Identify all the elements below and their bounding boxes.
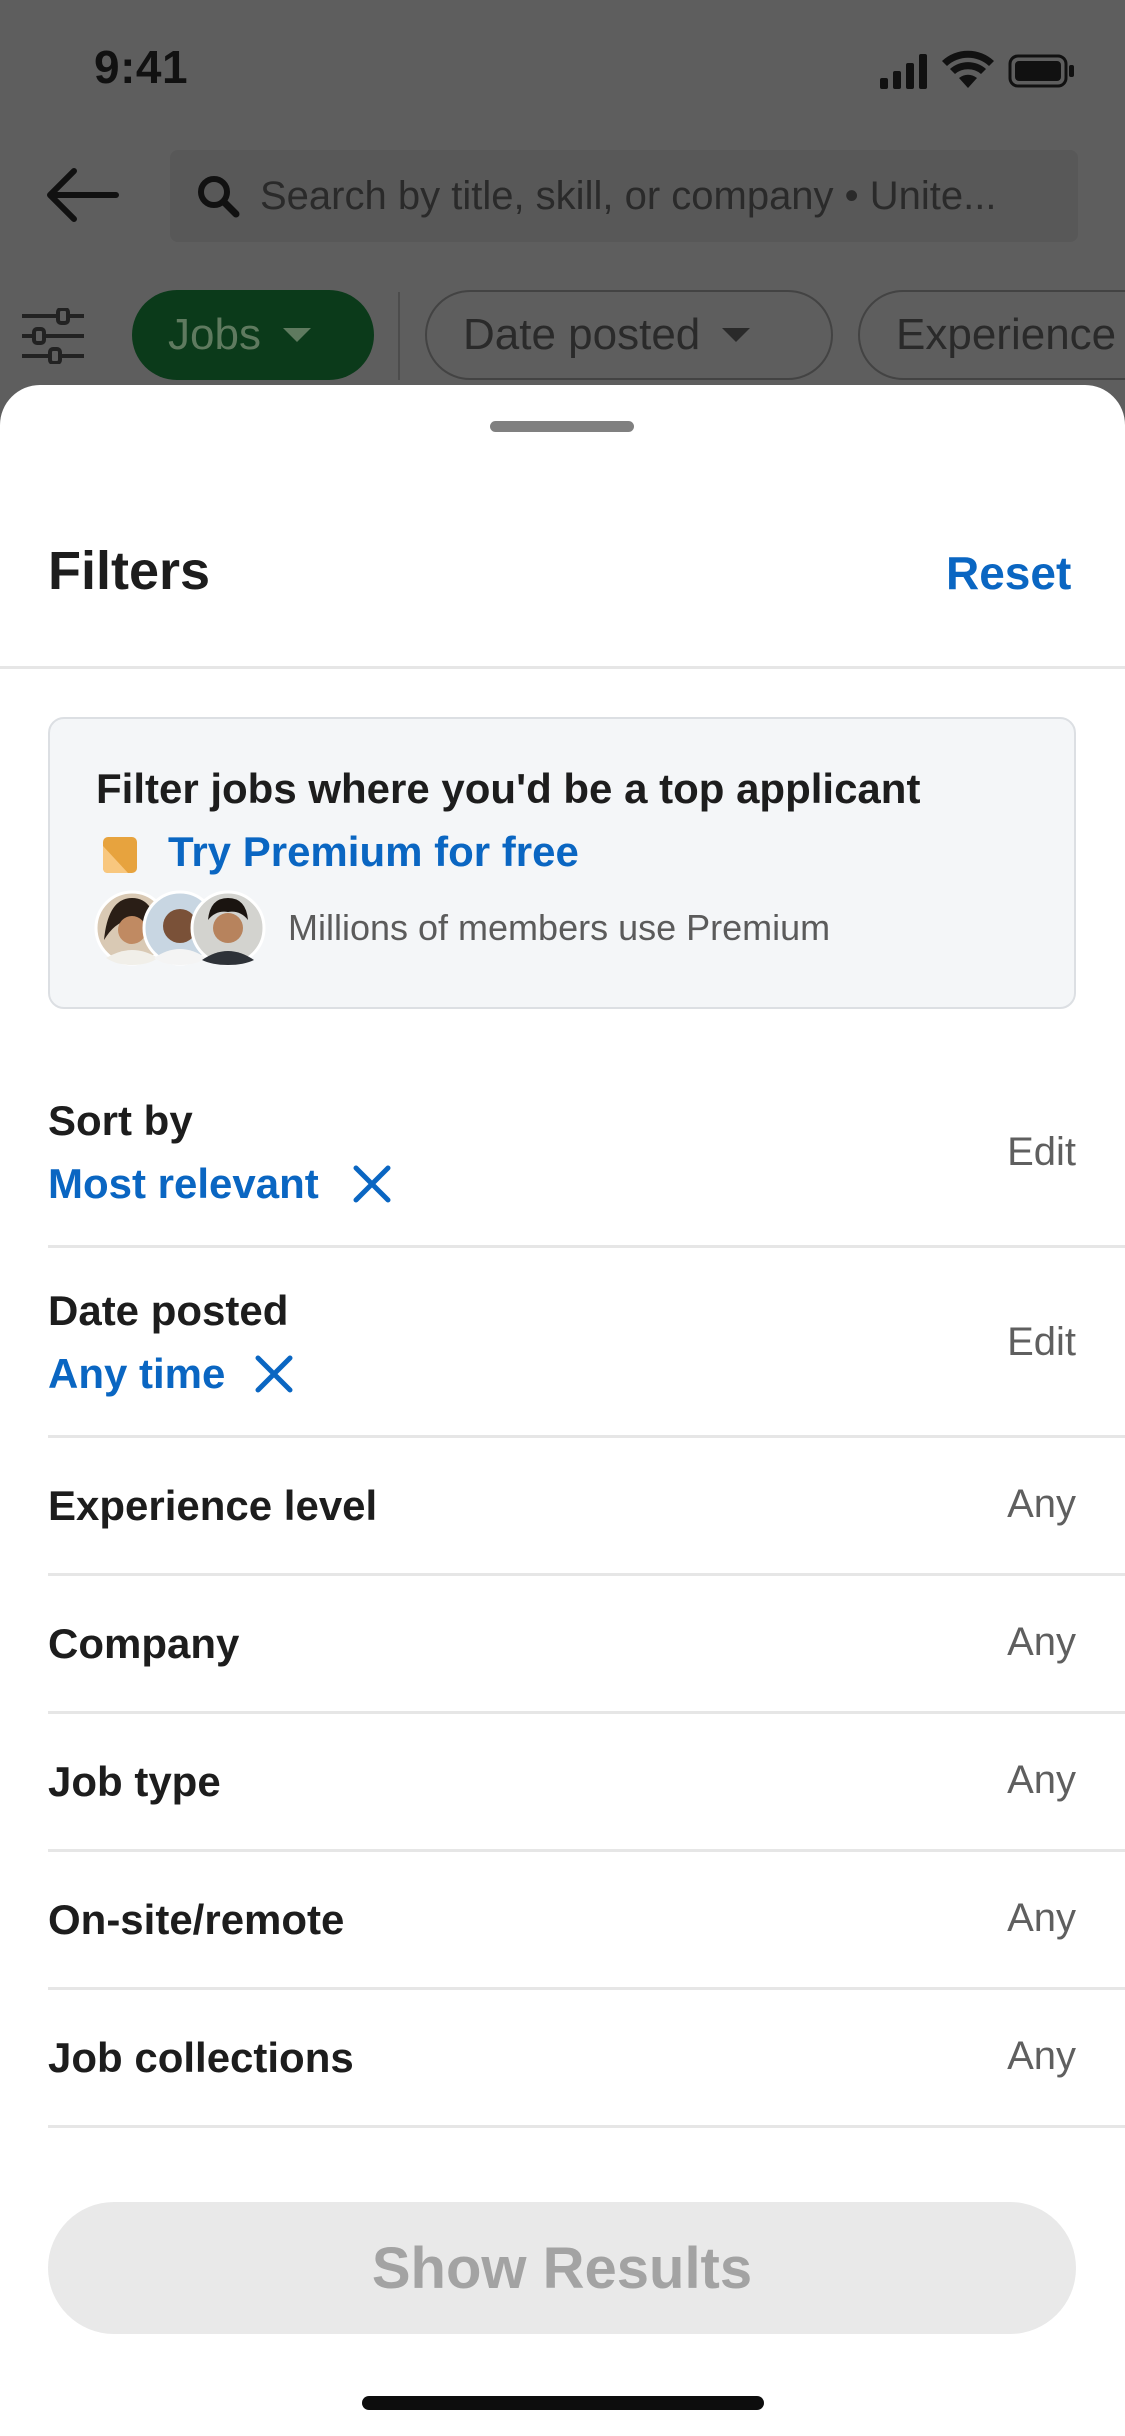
divider: [48, 1245, 1125, 1248]
row-value: Any: [1007, 2034, 1076, 2078]
sheet-title: Filters: [48, 541, 211, 601]
reset-button[interactable]: Reset: [946, 546, 1071, 600]
search-icon: [198, 176, 240, 218]
row-label: Job collections: [48, 2034, 354, 2081]
filter-sliders-icon[interactable]: [20, 308, 86, 364]
clear-x-icon[interactable]: [352, 1164, 392, 1204]
jobs-chip[interactable]: Jobs: [132, 290, 374, 380]
home-indicator: [362, 2396, 764, 2410]
filter-row-job-type[interactable]: Job type Any: [48, 1714, 1125, 1852]
experience-chip[interactable]: Experience: [858, 290, 1125, 380]
row-label: Date posted: [48, 1287, 289, 1334]
row-value: Any: [1007, 1482, 1076, 1526]
premium-headline: Filter jobs where you'd be a top applica…: [96, 765, 921, 812]
row-selected-value: Any time: [48, 1350, 226, 1397]
divider: [48, 2125, 1125, 2128]
show-results-button[interactable]: Show Results: [48, 2202, 1076, 2334]
wifi-icon: [942, 50, 994, 88]
try-premium-link[interactable]: Try Premium for free: [168, 828, 579, 876]
back-arrow-icon[interactable]: [44, 165, 120, 225]
row-label: Job type: [48, 1758, 221, 1805]
edit-button[interactable]: Edit: [1007, 1320, 1076, 1365]
caret-down-icon: [722, 328, 751, 342]
row-value: Any: [1007, 1758, 1076, 1802]
premium-badge-icon: [103, 837, 137, 873]
status-icons: [880, 50, 1074, 89]
filter-row-experience-level[interactable]: Experience level Any: [48, 1438, 1125, 1576]
member-avatars: [94, 890, 266, 966]
filter-row-job-collections[interactable]: Job collections Any: [48, 1990, 1125, 2128]
clear-x-icon[interactable]: [254, 1354, 294, 1394]
caret-down-icon: [282, 328, 311, 342]
filter-row-date-posted[interactable]: Date posted Any time Edit: [48, 1280, 1125, 1438]
row-label: On-site/remote: [48, 1896, 345, 1943]
filter-row-sort-by[interactable]: Sort by Most relevant Edit: [48, 1090, 1125, 1248]
row-value: Any: [1007, 1620, 1076, 1664]
chip-divider: [398, 292, 400, 380]
premium-caption: Millions of members use Premium: [288, 907, 831, 948]
row-selected-value: Most relevant: [48, 1160, 319, 1207]
row-label: Company: [48, 1620, 240, 1667]
experience-chip-label: Experience: [896, 310, 1117, 359]
date-posted-chip-label: Date posted: [463, 310, 701, 359]
search-placeholder: Search by title, skill, or company • Uni…: [260, 173, 997, 218]
jobs-chip-label: Jobs: [168, 310, 261, 359]
sheet-grabber[interactable]: [490, 421, 634, 432]
battery-icon: [1008, 54, 1074, 88]
date-posted-chip[interactable]: Date posted: [425, 290, 833, 380]
filter-row-company[interactable]: Company Any: [48, 1576, 1125, 1714]
edit-button[interactable]: Edit: [1007, 1130, 1076, 1175]
search-input[interactable]: Search by title, skill, or company • Uni…: [170, 150, 1078, 242]
avatar: [190, 890, 266, 966]
divider: [0, 666, 1125, 669]
signal-icon: [880, 54, 927, 89]
row-label: Sort by: [48, 1097, 193, 1144]
row-label: Experience level: [48, 1482, 378, 1529]
status-time: 9:41: [94, 41, 189, 93]
row-value: Any: [1007, 1896, 1076, 1940]
filter-row-on-site-remote[interactable]: On-site/remote Any: [48, 1852, 1125, 1990]
